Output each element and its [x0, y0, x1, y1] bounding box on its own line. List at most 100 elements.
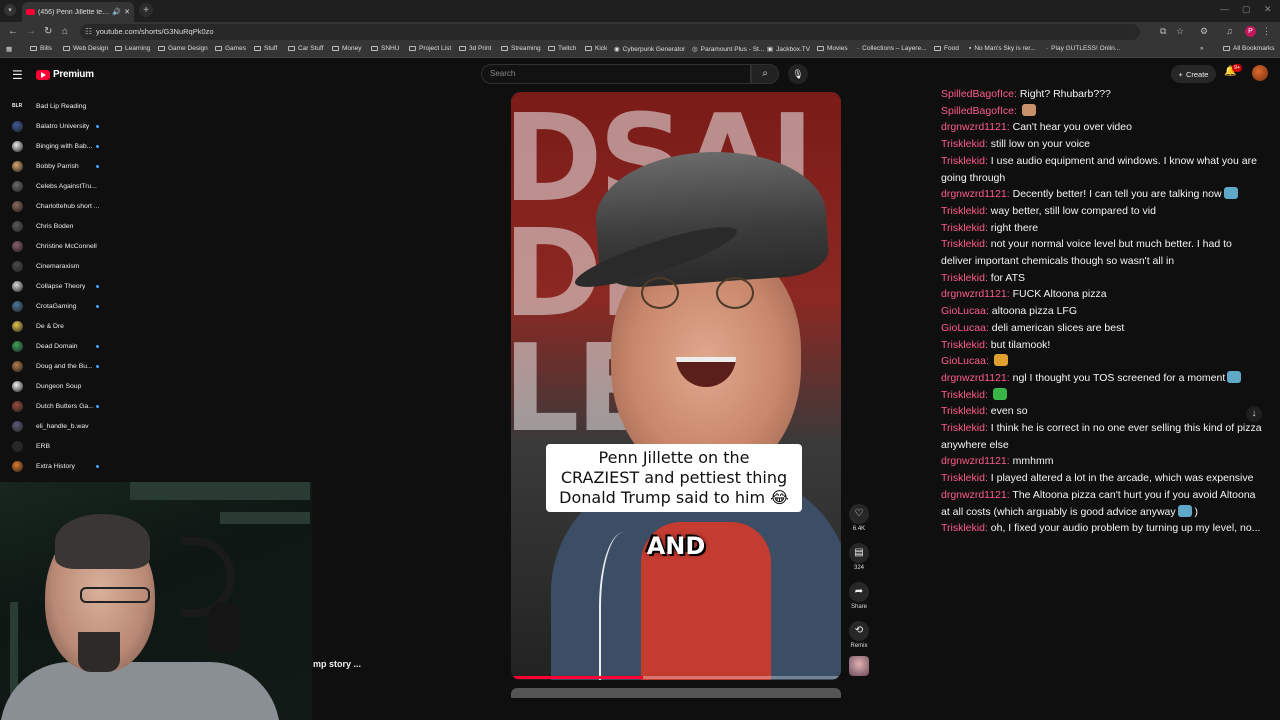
scroll-down-arrow-icon[interactable]: ↓	[1246, 406, 1262, 422]
chat-username[interactable]: GioLucaa	[941, 305, 986, 317]
chat-username[interactable]: SpilledBagofIce	[941, 88, 1014, 100]
chat-username[interactable]: Trisklekid	[941, 272, 985, 284]
all-bookmarks[interactable]: All Bookmarks	[1223, 45, 1275, 52]
video-progress-bar[interactable]	[511, 676, 841, 679]
chat-username[interactable]: Trisklekid	[941, 422, 985, 434]
chat-username[interactable]: Trisklekid	[941, 155, 985, 167]
chat-username[interactable]: Trisklekid	[941, 205, 985, 217]
bookmark-kick[interactable]: Kick	[585, 45, 607, 52]
sidebar-channel-item[interactable]: Bobby Parrish	[0, 158, 110, 174]
audio-icon[interactable]: 🔊	[112, 8, 121, 16]
bookmark-collections[interactable]: · Collections – Layere...	[857, 45, 926, 52]
sidebar-channel-item[interactable]: Dutch Butters Ga...	[0, 398, 110, 414]
bookmark-paramount-plus[interactable]: ◎ Paramount Plus - St...	[692, 45, 764, 54]
bookmark-stuff[interactable]: Stuff	[254, 45, 277, 52]
sidebar-channel-item[interactable]: Cinemaraxism	[0, 258, 110, 274]
sidebar-channel-item[interactable]: Chris Boden	[0, 218, 110, 234]
chat-username[interactable]: SpilledBagofIce	[941, 105, 1014, 117]
install-icon[interactable]: ⧉	[1160, 26, 1166, 37]
bookmark-star-icon[interactable]: ☆	[1176, 26, 1184, 37]
remix-button[interactable]: ⟲ Remix	[845, 621, 873, 649]
bookmark-3d-print[interactable]: 3d Print	[459, 45, 491, 52]
sidebar-channel-item[interactable]: Christine McConnell	[0, 238, 110, 254]
bookmark-cyberpunk-generator[interactable]: ◉ Cyberpunk Generator	[614, 45, 685, 54]
share-button[interactable]: ➦ Share	[845, 582, 873, 610]
sidebar-channel-item[interactable]: De & Dre	[0, 318, 110, 334]
chat-username[interactable]: drgnwzrd1121	[941, 288, 1007, 300]
chat-username[interactable]: Trisklekid	[941, 522, 985, 534]
sidebar-channel-item[interactable]: Dungeon Soup	[0, 378, 110, 394]
chat-username[interactable]: Trisklekid	[941, 238, 985, 250]
sidebar-channel-item[interactable]: Doug and the Bu...	[0, 358, 110, 374]
apps-icon[interactable]: ▦	[6, 45, 12, 53]
chat-username[interactable]: drgnwzrd1121	[941, 188, 1007, 200]
sidebar-channel-item[interactable]: Balatro University	[0, 118, 110, 134]
sidebar-channel-item[interactable]: Extra History	[0, 458, 110, 474]
site-info-icon[interactable]: ☷	[85, 24, 92, 40]
account-avatar[interactable]	[1252, 65, 1268, 81]
shorts-video-player[interactable]: DSAI DLE LEC Penn Jillette on the CRAZIE…	[511, 92, 841, 680]
close-window-icon[interactable]: ✕	[1264, 4, 1272, 15]
sidebar-channel-item[interactable]: eli_handle_b.wav	[0, 418, 110, 434]
create-button[interactable]: + Create	[1171, 65, 1216, 83]
bookmark-food[interactable]: Food	[934, 45, 959, 52]
chat-username[interactable]: Trisklekid	[941, 339, 985, 351]
bookmark-snhu[interactable]: SNHU	[371, 45, 399, 52]
bookmark-game-design[interactable]: Game Design	[158, 45, 208, 52]
sidebar-channel-item[interactable]: ERB	[0, 438, 110, 454]
bookmark-twitch[interactable]: Twitch	[548, 45, 576, 52]
comments-button[interactable]: ▤ 324	[845, 543, 873, 571]
chat-username[interactable]: Trisklekid	[941, 472, 985, 484]
sidebar-channel-item[interactable]: Celebs AgainstTru...	[0, 178, 110, 194]
bookmark-games[interactable]: Games	[215, 45, 246, 52]
bookmark-jackbox[interactable]: ▣ Jackbox.TV	[767, 45, 810, 54]
bookmark-movies[interactable]: Movies	[817, 45, 848, 52]
chat-username[interactable]: GioLucaa	[941, 322, 986, 334]
home-icon[interactable]: ⌂	[62, 26, 68, 37]
url-field[interactable]: ☷ youtube.com/shorts/G3NuRqPk0zo	[80, 24, 1140, 40]
bookmark-project-list[interactable]: Project List	[409, 45, 451, 52]
media-icon[interactable]: ♫	[1226, 26, 1233, 36]
chat-username[interactable]: drgnwzrd1121	[941, 489, 1007, 501]
new-tab-icon[interactable]: +	[139, 3, 153, 17]
reload-icon[interactable]: ↻	[44, 26, 52, 37]
chat-username[interactable]: drgnwzrd1121	[941, 372, 1007, 384]
sidebar-channel-item[interactable]: Charlottehub short ...	[0, 198, 110, 214]
extensions-icon[interactable]: ⚙	[1200, 26, 1208, 37]
sidebar-channel-item[interactable]: Dead Domain	[0, 338, 110, 354]
like-button[interactable]: ♡ 6.4K	[845, 504, 873, 532]
next-short-preview[interactable]	[511, 688, 841, 698]
bookmark-web-design[interactable]: Web Design	[63, 45, 108, 52]
chat-username[interactable]: drgnwzrd1121	[941, 455, 1007, 467]
bookmark-streaming[interactable]: Streaming	[501, 45, 541, 52]
more-bookmarks-icon[interactable]: »	[1200, 45, 1204, 52]
forward-icon[interactable]: →	[26, 26, 36, 37]
bookmark-learning[interactable]: Learning	[115, 45, 150, 52]
bookmark-no-mans-sky[interactable]: ▪ No Man's Sky is rer...	[969, 45, 1036, 52]
sidebar-channel-item[interactable]: Collapse Theory	[0, 278, 110, 294]
menu-dots-icon[interactable]: ⋮	[1262, 26, 1271, 37]
bookmark-money[interactable]: Money	[332, 45, 362, 52]
chat-username[interactable]: Trisklekid	[941, 389, 985, 401]
sidebar-channel-item[interactable]: CrotaGaming	[0, 298, 110, 314]
maximize-icon[interactable]: ▢	[1242, 4, 1251, 15]
sidebar-channel-item[interactable]: Binging with Bab...	[0, 138, 110, 154]
close-tab-icon[interactable]: ✕	[124, 8, 130, 16]
back-icon[interactable]: ←	[8, 26, 18, 37]
browser-tab[interactable]: (456) Penn Jillette tells INS... 🔊 ✕	[22, 2, 134, 22]
youtube-premium-logo[interactable]: Premium	[36, 69, 94, 80]
minimize-icon[interactable]: —	[1220, 4, 1229, 14]
bookmark-car-stuff[interactable]: Car Stuff	[288, 45, 324, 52]
chat-username[interactable]: Trisklekid	[941, 222, 985, 234]
sidebar-channel-item[interactable]: BLR Bad Lip Reading	[0, 98, 110, 114]
tab-search-icon[interactable]: ▾	[4, 4, 16, 16]
bookmark-gutless[interactable]: · Play GUTLESS! Onlin...	[1046, 45, 1120, 52]
chat-username[interactable]: Trisklekid	[941, 405, 985, 417]
search-input[interactable]: Search	[481, 64, 751, 84]
menu-icon[interactable]: ☰	[12, 68, 23, 82]
chat-username[interactable]: GioLucaa	[941, 355, 986, 367]
sound-thumbnail[interactable]	[849, 656, 869, 676]
bookmark-bills[interactable]: Bills	[30, 45, 52, 52]
profile-avatar[interactable]: P	[1245, 26, 1256, 37]
voice-search-button[interactable]: 🎙	[788, 64, 808, 84]
